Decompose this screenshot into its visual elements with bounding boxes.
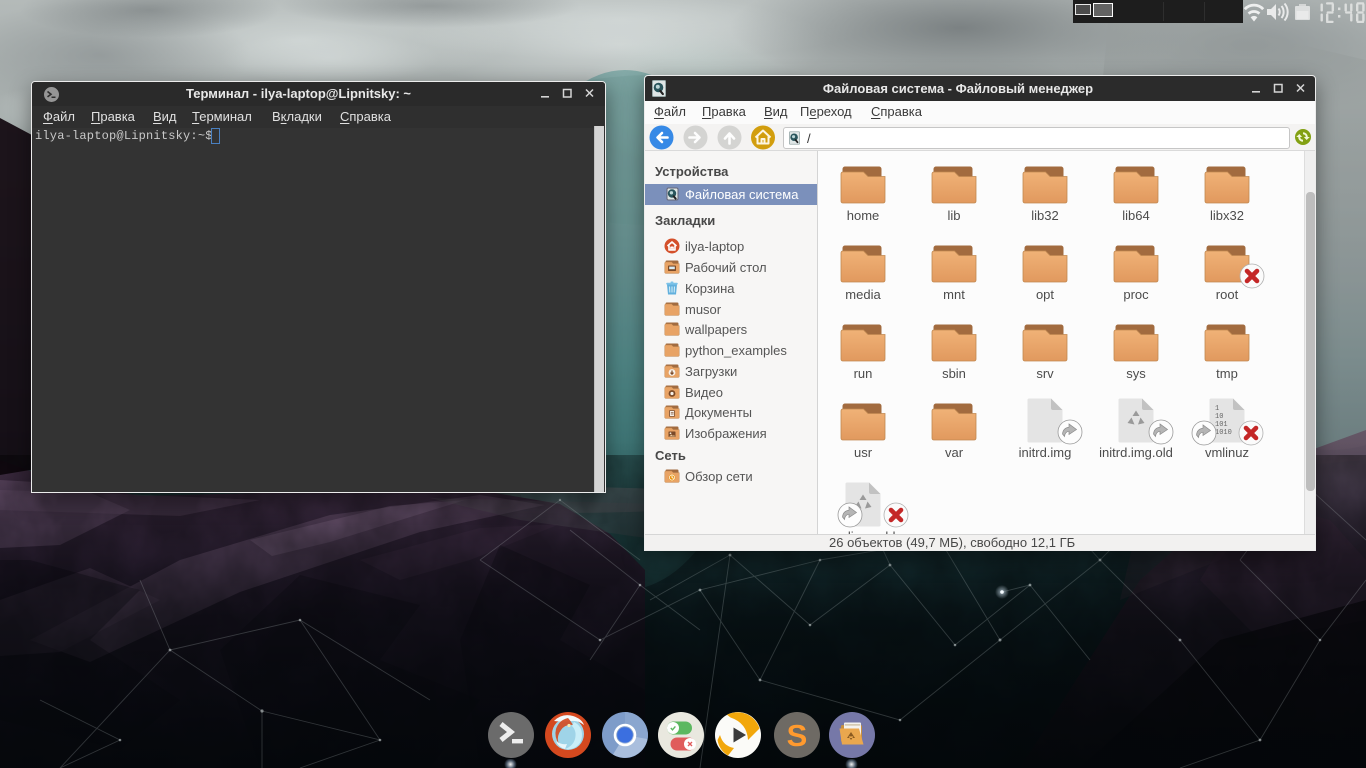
svg-text:1010: 1010 xyxy=(1215,429,1232,437)
svg-text:S: S xyxy=(787,718,808,753)
svg-text:1: 1 xyxy=(1215,405,1219,413)
